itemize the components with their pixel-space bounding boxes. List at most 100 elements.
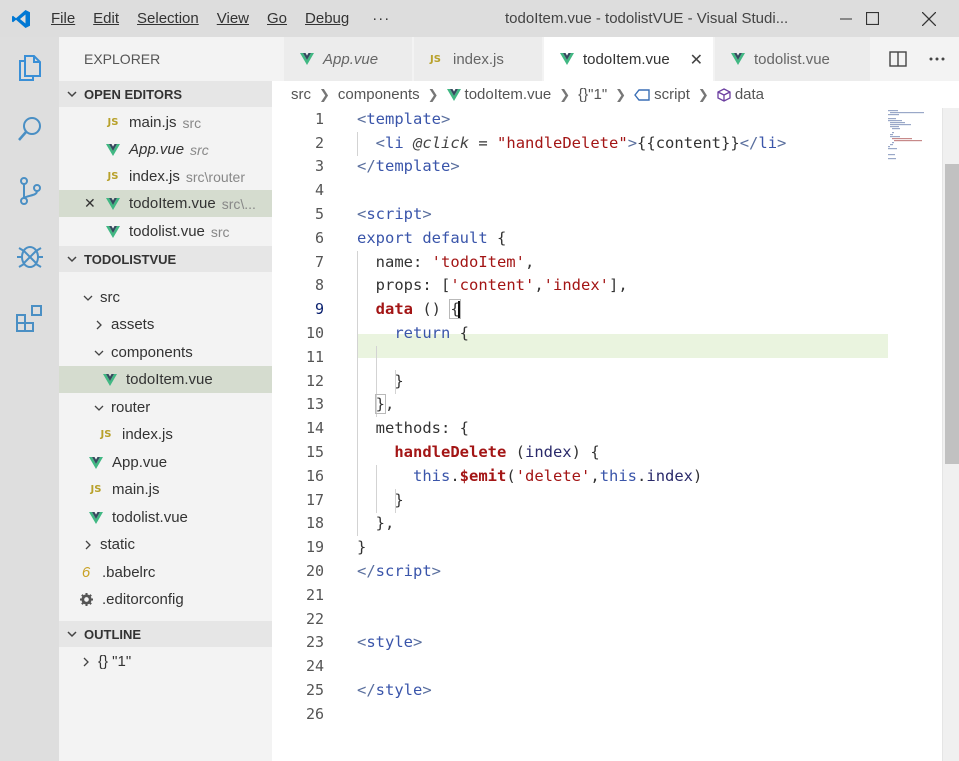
source-control-icon[interactable] <box>0 167 59 215</box>
menu-selection[interactable]: Selection <box>128 0 208 37</box>
close-editor-icon[interactable]: ✕ <box>84 195 106 212</box>
tab-label: index.js <box>453 50 504 68</box>
activity-bar <box>0 37 59 761</box>
tree-item-router[interactable]: router <box>59 394 272 421</box>
chevron-down-icon <box>59 254 84 264</box>
file-name: todoItem.vue <box>129 195 216 212</box>
open-editors-header[interactable]: OPEN EDITORS <box>59 81 272 107</box>
chevron-right-icon <box>92 320 106 330</box>
code-line: props: ['content','index'], <box>357 276 628 294</box>
line-number: 24 <box>305 657 324 675</box>
window-title: todoItem.vue - todolistVUE - Visual Stud… <box>505 10 789 27</box>
tab-index-js[interactable]: JS index.js <box>414 37 543 81</box>
file-name: index.js <box>122 426 173 443</box>
tab-label: App.vue <box>323 50 379 68</box>
vue-file-icon <box>560 53 574 65</box>
minimap[interactable] <box>886 108 942 228</box>
tree-item-components[interactable]: components <box>59 339 272 366</box>
search-icon[interactable] <box>0 105 59 153</box>
breadcrumb-data[interactable]: data <box>717 86 764 103</box>
vue-file-icon <box>89 456 103 469</box>
project-header[interactable]: TODOLISTVUE <box>59 246 272 272</box>
vue-file-icon <box>89 511 103 524</box>
menu-view[interactable]: View <box>208 0 258 37</box>
breadcrumb-script[interactable]: script <box>634 86 690 103</box>
line-number: 23 <box>305 633 324 651</box>
menu-more-button[interactable]: ··· <box>358 10 404 27</box>
open-editor-todoitem-vue[interactable]: ✕ todoItem.vue src\... <box>59 190 272 217</box>
breadcrumb: src ❯ components ❯ todoItem.vue ❯ {}"1" … <box>272 81 959 108</box>
code-line: } <box>357 491 404 509</box>
tree-item-static[interactable]: static <box>59 531 272 558</box>
tree-item-assets[interactable]: assets <box>59 311 272 338</box>
chevron-down-icon <box>59 629 84 639</box>
tree-item-index-js[interactable]: JS index.js <box>59 421 272 448</box>
tab-app-vue[interactable]: App.vue <box>284 37 413 81</box>
breadcrumb-file[interactable]: todoItem.vue <box>446 86 551 103</box>
close-tab-icon[interactable]: ✕ <box>690 50 703 70</box>
file-name: App.vue <box>129 141 185 158</box>
file-name: App.vue <box>112 454 168 471</box>
breadcrumb-components[interactable]: components <box>338 86 420 103</box>
line-number: 19 <box>305 538 324 556</box>
chevron-right-icon: ❯ <box>615 86 627 102</box>
line-number: 3 <box>314 157 324 175</box>
extensions-icon[interactable] <box>0 294 59 342</box>
code-line: return { <box>394 324 469 342</box>
file-name: todoItem.vue <box>126 371 213 388</box>
section-title: TODOLISTVUE <box>84 251 177 267</box>
chevron-right-icon: ❯ <box>319 86 330 102</box>
open-editor-todolist-vue[interactable]: todolist.vue src <box>59 218 272 245</box>
maximize-icon <box>865 12 879 25</box>
line-number: 10 <box>305 324 324 342</box>
tree-item-babelrc[interactable]: 6 .babelrc <box>59 559 272 586</box>
open-editor-app-vue[interactable]: App.vue src <box>59 136 272 163</box>
open-editor-main-js[interactable]: JS main.js src <box>59 109 272 136</box>
line-number: 18 <box>305 514 324 532</box>
gear-icon <box>79 593 93 606</box>
scrollbar-thumb[interactable] <box>945 164 959 464</box>
vertical-scrollbar[interactable] <box>942 108 959 761</box>
breadcrumb-object[interactable]: {}"1" <box>578 86 607 103</box>
line-number: 12 <box>305 372 324 390</box>
tab-todolist-vue[interactable]: todolist.vue <box>715 37 871 81</box>
close-window-button[interactable] <box>906 0 952 37</box>
explorer-icon[interactable] <box>0 43 59 91</box>
symbol-property-icon <box>634 88 650 101</box>
menu-edit[interactable]: Edit <box>84 0 128 37</box>
chevron-down-icon <box>59 89 84 99</box>
menu-go[interactable]: Go <box>258 0 296 37</box>
breadcrumb-label: data <box>734 86 765 103</box>
tree-item-editorconfig[interactable]: .editorconfig <box>59 586 272 613</box>
menu-file[interactable]: File <box>42 0 84 37</box>
code-line: data () { <box>375 299 461 319</box>
tab-todoitem-vue[interactable]: todoItem.vue ✕ <box>544 37 714 81</box>
line-number: 13 <box>305 395 324 413</box>
menu-debug[interactable]: Debug <box>296 0 358 37</box>
tree-item-app-vue[interactable]: App.vue <box>59 449 272 476</box>
line-number: 17 <box>305 491 324 509</box>
breadcrumb-src[interactable]: src <box>291 86 311 103</box>
line-number: 15 <box>305 443 324 461</box>
tree-item-todoitem-vue[interactable]: todoItem.vue <box>59 366 272 393</box>
tree-item-main-js[interactable]: JS main.js <box>59 476 272 503</box>
file-path: src <box>190 141 209 158</box>
vue-file-icon <box>446 88 461 101</box>
section-title: OPEN EDITORS <box>84 86 183 102</box>
split-editor-button[interactable] <box>879 37 917 81</box>
code-editor[interactable]: 1 2 3 4 5 6 7 8 9 10 11 12 13 14 15 16 1… <box>272 108 942 761</box>
open-editor-index-js[interactable]: JS index.js src\router <box>59 163 272 190</box>
js-file-icon: JS <box>107 117 119 128</box>
more-actions-button[interactable] <box>918 37 956 81</box>
vue-file-icon <box>300 53 314 65</box>
outline-header[interactable]: OUTLINE <box>59 621 272 647</box>
outline-item[interactable]: {} "1" <box>59 648 272 675</box>
tree-item-todolist-vue[interactable]: todolist.vue <box>59 504 272 531</box>
folder-name: src <box>100 289 120 306</box>
tree-item-src[interactable]: src <box>59 284 272 311</box>
folder-name: static <box>100 536 136 553</box>
maximize-button[interactable] <box>849 0 895 37</box>
line-number: 8 <box>314 276 324 294</box>
text-cursor <box>457 300 460 319</box>
debug-icon[interactable] <box>0 231 59 279</box>
